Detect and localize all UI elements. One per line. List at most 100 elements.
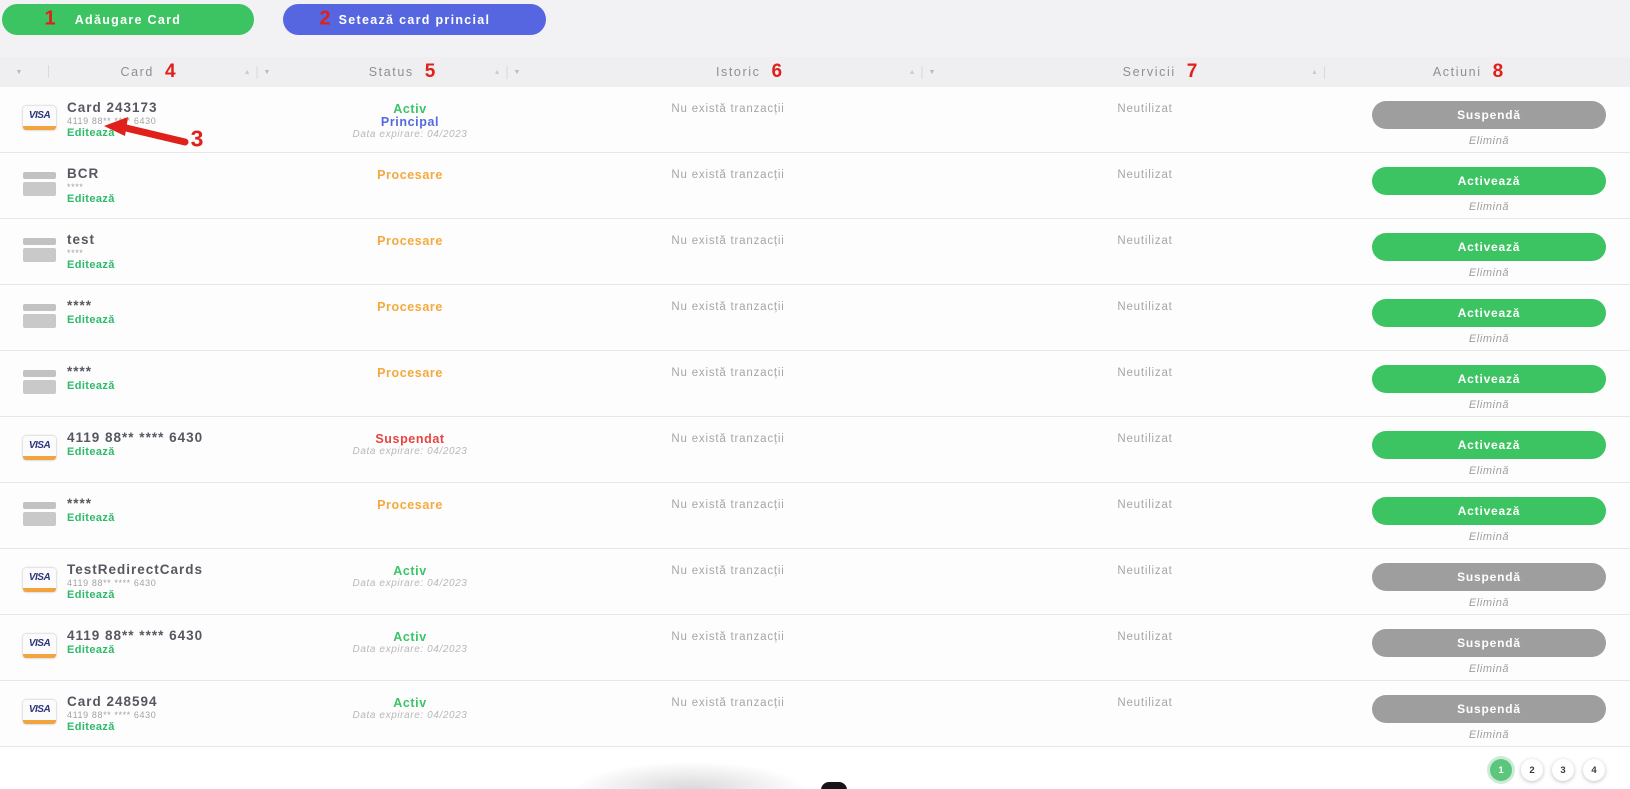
bottom-shadow-decoration [555, 752, 825, 789]
services-cell: Neutilizat [945, 219, 1345, 248]
action-button[interactable]: Suspendă [1372, 563, 1606, 591]
action-button[interactable]: Suspendă [1372, 629, 1606, 657]
edit-link[interactable]: Editează [67, 513, 115, 524]
edit-link[interactable]: Editează [67, 194, 115, 205]
remove-link[interactable]: Elimină [1469, 135, 1509, 147]
add-card-button[interactable]: Adăugare Card [2, 4, 254, 35]
edit-link[interactable]: Editează [67, 315, 115, 326]
card-number: **** [67, 182, 115, 192]
remove-link[interactable]: Elimină [1469, 465, 1509, 477]
card-number: **** [67, 248, 115, 258]
status-text: Procesare [285, 168, 535, 182]
edit-link[interactable]: Editează [67, 381, 115, 392]
status-cell: Procesare [285, 351, 535, 380]
triangle-up-icon[interactable]: ▲ [494, 69, 501, 76]
status-text: Activ [285, 564, 535, 578]
column-header-servicii[interactable]: Servicii 7 [1123, 57, 1198, 87]
header-divider [48, 65, 49, 78]
page-button-4[interactable]: 4 [1583, 759, 1605, 781]
triangle-up-icon[interactable]: ▲ [1311, 69, 1318, 76]
expiry-date: Data expirare: 04/2023 [285, 710, 535, 721]
status-text: Procesare [285, 498, 535, 512]
generic-card-icon [23, 172, 56, 196]
action-button[interactable]: Activează [1372, 167, 1606, 195]
principal-badge: Principal [285, 116, 535, 129]
remove-link[interactable]: Elimină [1469, 597, 1509, 609]
edit-link[interactable]: Editează [67, 590, 115, 601]
actions-cell: Activează Elimină [1372, 219, 1606, 281]
remove-link[interactable]: Elimină [1469, 267, 1509, 279]
page-button-2[interactable]: 2 [1521, 759, 1543, 781]
actions-cell: Activează Elimină [1372, 351, 1606, 413]
action-button[interactable]: Activează [1372, 299, 1606, 327]
status-cell: Procesare [285, 483, 535, 512]
edit-link[interactable]: Editează [67, 260, 115, 271]
history-cell: Nu există tranzacții [528, 483, 928, 512]
visa-card-icon: VISA [23, 568, 56, 592]
page-button-3[interactable]: 3 [1552, 759, 1574, 781]
services-cell: Neutilizat [945, 351, 1345, 380]
card-cell: VISA **** Editează [23, 351, 115, 394]
history-cell: Nu există tranzacții [528, 417, 928, 446]
services-cell: Neutilizat [945, 285, 1345, 314]
status-text: Activ [285, 630, 535, 644]
action-button[interactable]: Activează [1372, 233, 1606, 261]
sort-desc-icon[interactable]: ▼ [16, 57, 23, 87]
annotation-5: 5 [425, 61, 436, 83]
status-cell: Activ Data expirare: 04/2023 [285, 549, 535, 589]
edit-link[interactable]: Editează [67, 645, 115, 656]
sort-controls-servicii[interactable]: ▲ [1311, 57, 1331, 87]
services-cell: Neutilizat [945, 549, 1345, 578]
column-header-card[interactable]: Card 4 [120, 57, 175, 87]
triangle-down-icon[interactable]: ▼ [264, 69, 271, 76]
column-header-status[interactable]: Status 5 [369, 57, 436, 87]
sort-controls-status[interactable]: ▲▼ [494, 57, 521, 87]
generic-card-icon [23, 502, 56, 526]
remove-link[interactable]: Elimină [1469, 399, 1509, 411]
remove-link[interactable]: Elimină [1469, 729, 1509, 741]
action-button[interactable]: Activează [1372, 497, 1606, 525]
services-cell: Neutilizat [945, 615, 1345, 644]
column-label-status: Status [369, 65, 414, 79]
remove-link[interactable]: Elimină [1469, 663, 1509, 675]
card-title: 4119 88** **** 6430 [67, 629, 203, 643]
action-button[interactable]: Activează [1372, 365, 1606, 393]
card-cell: VISA BCR **** Editează [23, 153, 115, 205]
status-cell: Activ Data expirare: 04/2023 [285, 681, 535, 721]
remove-link[interactable]: Elimină [1469, 201, 1509, 213]
services-cell: Neutilizat [945, 483, 1345, 512]
status-text: Procesare [285, 300, 535, 314]
history-cell: Nu există tranzacții [528, 615, 928, 644]
annotation-7: 7 [1187, 61, 1198, 83]
edit-link[interactable]: Editează [67, 447, 115, 458]
column-header-istoric[interactable]: Istoric 6 [716, 57, 782, 87]
sort-controls-istoric[interactable]: ▲▼ [909, 57, 936, 87]
table-row: VISA TestRedirectCards 4119 88** **** 64… [0, 549, 1630, 615]
generic-card-icon [23, 370, 56, 394]
table-row: VISA **** Editează Procesare Nu există t… [0, 351, 1630, 417]
triangle-up-icon[interactable]: ▲ [244, 69, 251, 76]
triangle-down-icon[interactable]: ▼ [929, 69, 936, 76]
remove-link[interactable]: Elimină [1469, 333, 1509, 345]
edit-link[interactable]: Editează [67, 722, 115, 733]
triangle-up-icon[interactable]: ▲ [909, 69, 916, 76]
status-cell: Procesare [285, 153, 535, 182]
sort-controls-card[interactable]: ▲▼ [244, 57, 271, 87]
visa-card-icon: VISA [23, 436, 56, 460]
annotation-1: 1 [44, 8, 55, 31]
page-button-1[interactable]: 1 [1490, 759, 1512, 781]
triangle-down-icon[interactable]: ▼ [514, 69, 521, 76]
card-cell: VISA **** Editează [23, 483, 115, 526]
action-button[interactable]: Activează [1372, 431, 1606, 459]
table-row: VISA Card 248594 4119 88** **** 6430 Edi… [0, 681, 1630, 747]
action-button[interactable]: Suspendă [1372, 101, 1606, 129]
action-button[interactable]: Suspendă [1372, 695, 1606, 723]
generic-card-icon [23, 238, 56, 262]
table-header: ▼ Card 4 ▲▼ Status 5 ▲▼ Istoric 6 ▲▼ Ser… [0, 57, 1630, 87]
remove-link[interactable]: Elimină [1469, 531, 1509, 543]
services-cell: Neutilizat [945, 681, 1345, 710]
annotation-4: 4 [165, 61, 176, 83]
status-text: Procesare [285, 234, 535, 248]
table-row: VISA 4119 88** **** 6430 Editează Activ … [0, 615, 1630, 681]
services-cell: Neutilizat [945, 417, 1345, 446]
